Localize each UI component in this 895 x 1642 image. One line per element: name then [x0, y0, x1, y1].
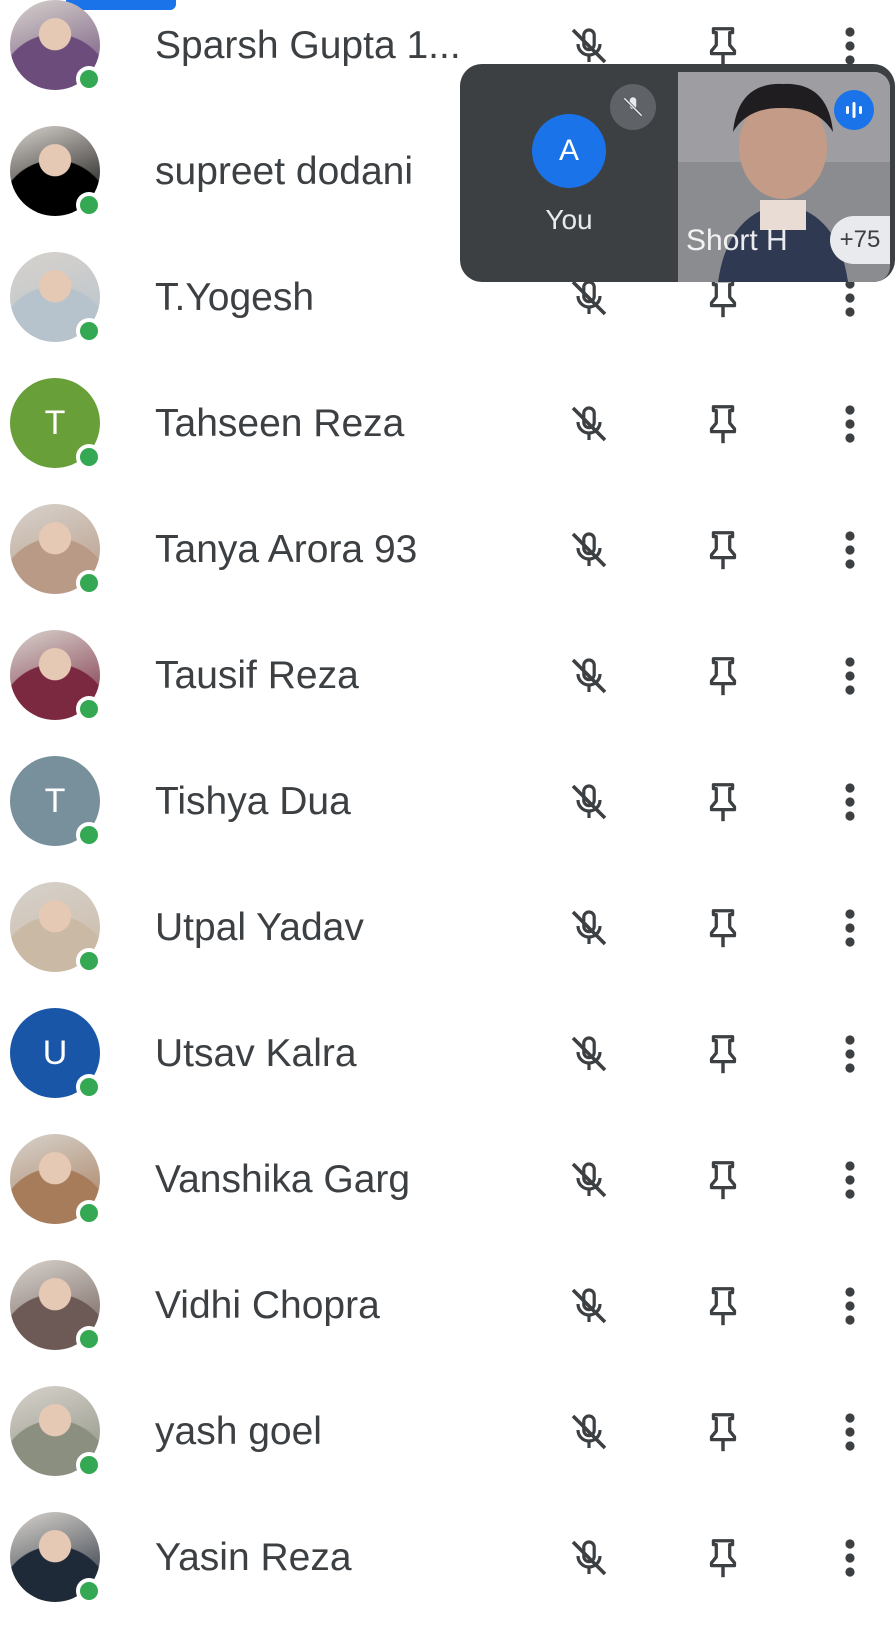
- participant-name: Tahseen Reza: [155, 402, 405, 445]
- participant-name: yash goel: [155, 1410, 322, 1453]
- mic-off-icon[interactable]: [565, 22, 613, 70]
- participant-name: Utsav Kalra: [155, 1032, 357, 1075]
- mic-off-icon[interactable]: [565, 778, 613, 826]
- participant-name: Tishya Dua: [155, 780, 351, 823]
- more-vert-icon[interactable]: [838, 526, 862, 574]
- pin-icon[interactable]: [700, 652, 746, 700]
- more-vert-icon[interactable]: [838, 1534, 862, 1582]
- participant-row[interactable]: yash goel: [0, 1366, 895, 1497]
- participant-name: Sparsh Gupta 1...: [155, 24, 461, 67]
- participant-name: Tanya Arora 93: [155, 528, 418, 571]
- avatar-container: [10, 504, 102, 596]
- more-vert-icon[interactable]: [838, 778, 862, 826]
- more-vert-icon[interactable]: [838, 904, 862, 952]
- participant-row[interactable]: Vanshika Garg: [0, 1114, 895, 1245]
- mic-off-icon[interactable]: [565, 526, 613, 574]
- mic-off-icon[interactable]: [565, 904, 613, 952]
- online-indicator: [76, 1326, 102, 1352]
- more-vert-icon[interactable]: [838, 1030, 862, 1078]
- participant-row[interactable]: Vidhi Chopra: [0, 1240, 895, 1371]
- pin-icon[interactable]: [700, 1156, 746, 1204]
- pin-icon[interactable]: [700, 1534, 746, 1582]
- participant-row[interactable]: Yasin Reza: [0, 1492, 895, 1623]
- participant-row[interactable]: T Tishya Dua: [0, 736, 895, 867]
- online-indicator: [76, 822, 102, 848]
- participant-name: T.Yogesh: [155, 276, 315, 319]
- mic-off-icon[interactable]: [565, 400, 613, 448]
- participant-name: Vidhi Chopra: [155, 1284, 380, 1327]
- online-indicator: [76, 1452, 102, 1478]
- mic-off-icon[interactable]: [565, 1534, 613, 1582]
- pin-icon[interactable]: [700, 1408, 746, 1456]
- more-vert-icon[interactable]: [838, 1156, 862, 1204]
- avatar-container: [10, 882, 102, 974]
- avatar-container: T: [10, 378, 102, 470]
- online-indicator: [76, 570, 102, 596]
- online-indicator: [76, 192, 102, 218]
- mic-off-icon[interactable]: [565, 1156, 613, 1204]
- mic-off-icon: [610, 84, 656, 130]
- participant-name: Yasin Reza: [155, 1536, 352, 1579]
- mic-off-icon[interactable]: [565, 652, 613, 700]
- avatar-container: [10, 1512, 102, 1604]
- avatar-container: [10, 0, 102, 92]
- participant-row[interactable]: Utpal Yadav: [0, 862, 895, 993]
- avatar-container: [10, 1386, 102, 1478]
- pin-icon[interactable]: [700, 526, 746, 574]
- more-vert-icon[interactable]: [838, 1408, 862, 1456]
- online-indicator: [76, 318, 102, 344]
- more-participants-badge[interactable]: +75: [830, 216, 890, 264]
- more-vert-icon[interactable]: [838, 400, 862, 448]
- more-vert-icon[interactable]: [838, 22, 862, 70]
- participant-row[interactable]: T Tahseen Reza: [0, 358, 895, 489]
- online-indicator: [76, 696, 102, 722]
- participant-name: Utpal Yadav: [155, 906, 364, 949]
- avatar-container: [10, 126, 102, 218]
- pip-self-label: You: [545, 204, 593, 235]
- pin-icon[interactable]: [700, 1282, 746, 1330]
- avatar-container: U: [10, 1008, 102, 1100]
- participant-row[interactable]: U Utsav Kalra: [0, 988, 895, 1119]
- online-indicator: [76, 1200, 102, 1226]
- participant-name: supreet dodani: [155, 150, 414, 193]
- mic-off-icon[interactable]: [565, 1282, 613, 1330]
- pin-icon[interactable]: [700, 904, 746, 952]
- more-vert-icon[interactable]: [838, 652, 862, 700]
- online-indicator: [76, 66, 102, 92]
- participant-name: Tausif Reza: [155, 654, 359, 697]
- mic-off-icon[interactable]: [565, 1030, 613, 1078]
- participant-name: Vanshika Garg: [155, 1158, 411, 1201]
- pip-remote-name: Short H: [686, 224, 788, 257]
- picture-in-picture[interactable]: A You Short H +75: [460, 64, 895, 282]
- pip-remote-video: Short H +75: [678, 72, 890, 282]
- avatar-container: T: [10, 756, 102, 848]
- avatar-container: [10, 1260, 102, 1352]
- pin-icon[interactable]: [700, 778, 746, 826]
- pip-self-tile: A You: [460, 64, 678, 282]
- more-vert-icon[interactable]: [838, 1282, 862, 1330]
- online-indicator: [76, 1074, 102, 1100]
- participant-row[interactable]: Tausif Reza: [0, 610, 895, 741]
- avatar-container: [10, 1134, 102, 1226]
- participant-row[interactable]: Tanya Arora 93: [0, 484, 895, 615]
- pin-icon[interactable]: [700, 1030, 746, 1078]
- pin-icon[interactable]: [700, 400, 746, 448]
- avatar-container: [10, 252, 102, 344]
- pin-icon[interactable]: [700, 22, 746, 70]
- online-indicator: [76, 444, 102, 470]
- online-indicator: [76, 1578, 102, 1604]
- avatar-container: [10, 630, 102, 722]
- pip-self-avatar: A: [532, 114, 606, 188]
- mic-off-icon[interactable]: [565, 1408, 613, 1456]
- speaking-icon: [834, 90, 874, 130]
- online-indicator: [76, 948, 102, 974]
